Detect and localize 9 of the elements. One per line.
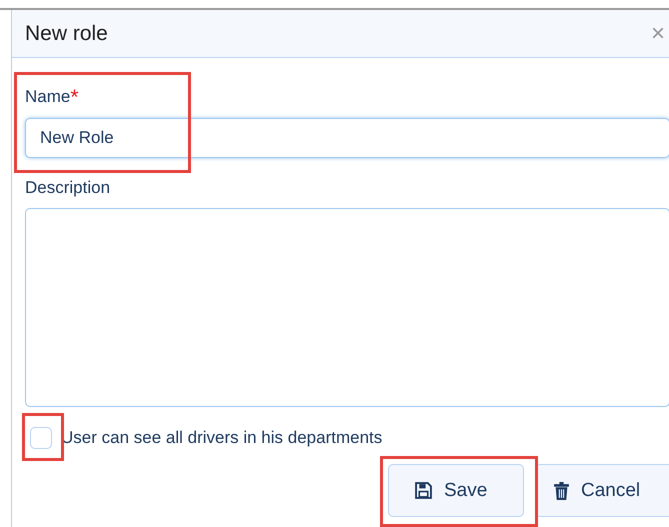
text-area[interactable] xyxy=(25,208,669,407)
checkbox[interactable] xyxy=(30,427,52,449)
dialog-title: New role xyxy=(25,22,108,46)
trash-icon xyxy=(554,482,569,500)
field-label: Description xyxy=(25,178,112,198)
input-field[interactable]: New Role xyxy=(25,118,669,158)
cancel-button[interactable]: Cancel xyxy=(535,464,669,517)
save-button[interactable]: Save xyxy=(388,464,524,517)
field-label: Name* xyxy=(25,87,80,108)
